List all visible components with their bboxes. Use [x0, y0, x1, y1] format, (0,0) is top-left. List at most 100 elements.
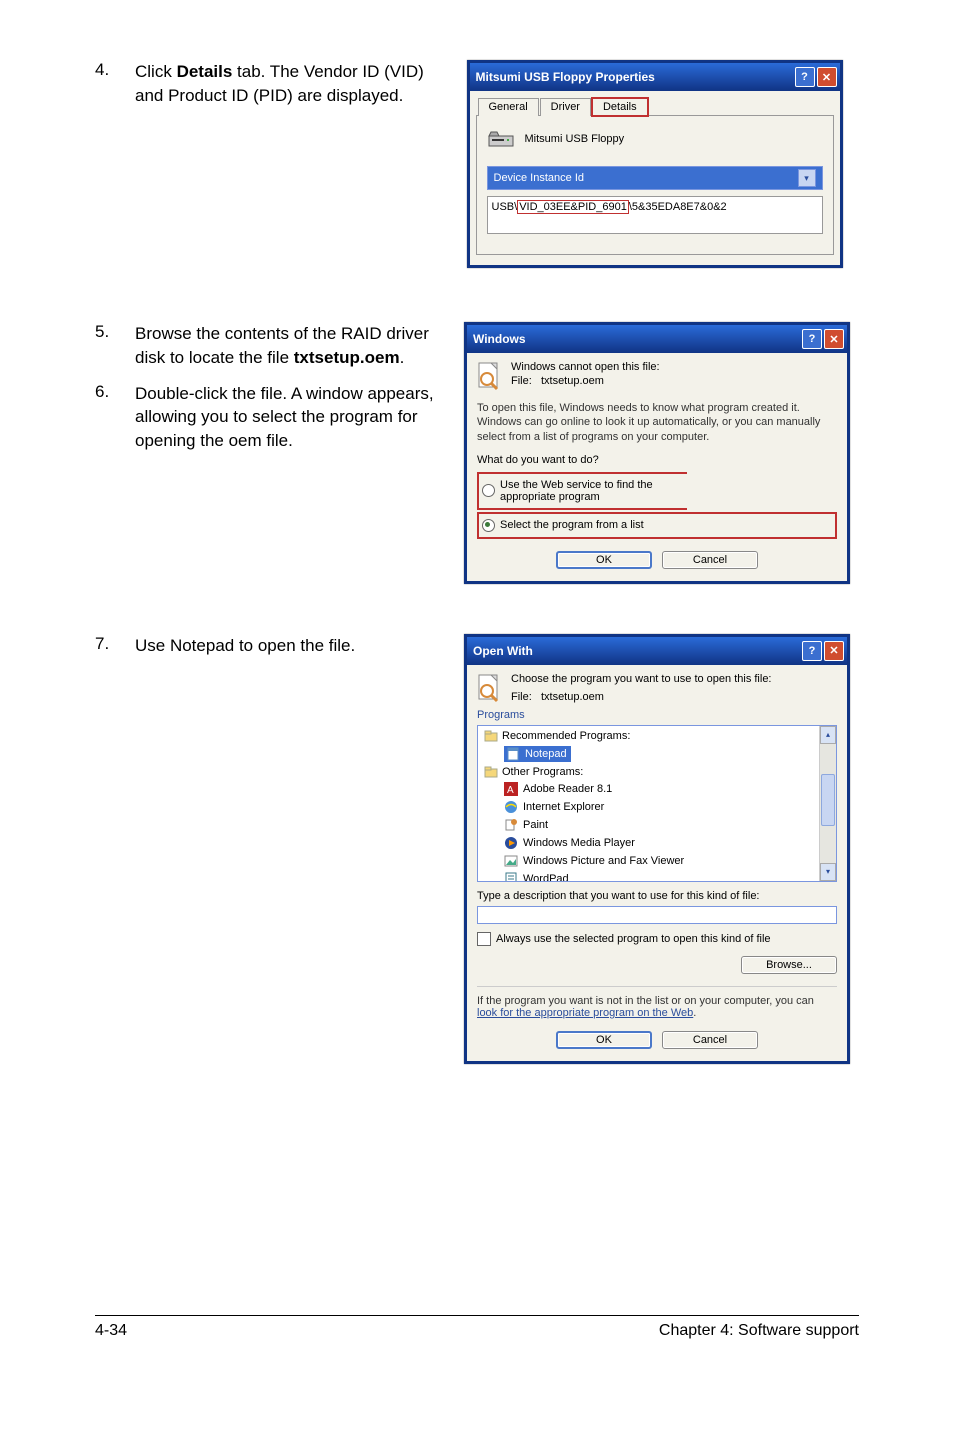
- help-icon[interactable]: ?: [802, 329, 822, 349]
- step-5-bold: txtsetup.oem: [294, 348, 400, 367]
- search-file-icon: [477, 361, 503, 391]
- open-with-titlebar[interactable]: Open With ? ✕: [467, 637, 847, 665]
- step-4-text-a: Click: [135, 62, 177, 81]
- properties-titlebar[interactable]: Mitsumi USB Floppy Properties ? ✕: [470, 63, 840, 91]
- option-web-label: Use the Web service to find the appropri…: [500, 479, 684, 503]
- id-prefix: USB\: [492, 201, 518, 213]
- wordpad-icon: [504, 872, 518, 882]
- close-icon[interactable]: ✕: [817, 67, 837, 87]
- floppy-drive-icon: [487, 128, 515, 150]
- file-name: txtsetup.oem: [541, 375, 604, 387]
- wpfv-label: Windows Picture and Fax Viewer: [523, 855, 684, 867]
- radio-list[interactable]: [482, 519, 495, 532]
- step-6-number: 6.: [95, 382, 135, 453]
- help-icon[interactable]: ?: [802, 641, 822, 661]
- radio-web[interactable]: [482, 484, 495, 497]
- list-item-wmp[interactable]: Windows Media Player: [480, 834, 817, 852]
- cancel-button[interactable]: Cancel: [662, 1031, 758, 1049]
- list-item-notepad[interactable]: Notepad: [504, 744, 817, 764]
- footnote-text-b: .: [693, 1007, 696, 1019]
- list-option-highlight: Select the program from a list: [477, 512, 837, 539]
- option-list-label: Select the program from a list: [500, 519, 644, 531]
- windows-title: Windows: [473, 332, 526, 346]
- picture-viewer-icon: [504, 854, 518, 868]
- properties-title: Mitsumi USB Floppy Properties: [476, 70, 655, 84]
- device-instance-id-value[interactable]: USB\VID_03EE&PID_6901\5&35EDA8E7&0&2: [487, 196, 823, 234]
- option-web[interactable]: Use the Web service to find the appropri…: [482, 477, 684, 505]
- browse-button[interactable]: Browse...: [741, 956, 837, 974]
- ok-button[interactable]: OK: [556, 551, 652, 569]
- tab-details[interactable]: Details: [592, 98, 648, 116]
- document-page: 4. Click Details tab. The Vendor ID (VID…: [0, 0, 954, 1380]
- explain-text: To open this file, Windows needs to know…: [477, 401, 837, 444]
- paint-icon: [504, 818, 518, 832]
- web-option-highlight: Use the Web service to find the appropri…: [477, 472, 687, 510]
- list-item-adobe[interactable]: A Adobe Reader 8.1: [480, 780, 817, 798]
- close-icon[interactable]: ✕: [824, 329, 844, 349]
- listbox-scrollbar[interactable]: ▴ ▾: [819, 726, 836, 881]
- file-label: File:: [511, 375, 532, 387]
- tabs-row: General Driver Details: [476, 91, 834, 116]
- tab-driver[interactable]: Driver: [540, 98, 591, 116]
- page-number: 4-34: [95, 1322, 127, 1340]
- folder-icon: [484, 729, 498, 743]
- chevron-down-icon[interactable]: ▾: [798, 169, 816, 187]
- ok-button[interactable]: OK: [556, 1031, 652, 1049]
- folder-icon: [484, 765, 498, 779]
- program-listbox[interactable]: Recommended Programs: Notepad Other: [477, 725, 837, 882]
- step-4-bold: Details: [177, 62, 233, 81]
- scroll-up-icon[interactable]: ▴: [820, 726, 836, 744]
- property-dropdown[interactable]: Device Instance Id ▾: [487, 166, 823, 190]
- always-use-row[interactable]: Always use the selected program to open …: [477, 932, 837, 946]
- question-text: What do you want to do?: [477, 454, 837, 466]
- file-label: File:: [511, 691, 532, 703]
- step-5-text: Browse the contents of the RAID driver d…: [135, 322, 455, 370]
- list-item-wpfv[interactable]: Windows Picture and Fax Viewer: [480, 852, 817, 870]
- page-footer: 4-34 Chapter 4: Software support: [95, 1315, 859, 1340]
- help-icon[interactable]: ?: [795, 67, 815, 87]
- chapter-title: Chapter 4: Software support: [659, 1322, 859, 1340]
- dropdown-value: Device Instance Id: [494, 172, 585, 184]
- step-4-text: Click Details tab. The Vendor ID (VID) a…: [135, 60, 430, 108]
- file-name: txtsetup.oem: [541, 691, 604, 703]
- adobe-icon: A: [504, 782, 518, 796]
- notepad-icon: [506, 747, 520, 761]
- open-with-dialog: Open With ? ✕: [464, 634, 850, 1064]
- group-other-label: Other Programs:: [502, 766, 583, 778]
- group-recommended: Recommended Programs:: [480, 728, 817, 744]
- footnote-text-a: If the program you want is not in the li…: [477, 995, 814, 1007]
- scroll-thumb[interactable]: [821, 774, 835, 826]
- windows-cannot-open-dialog: Windows ? ✕: [464, 322, 850, 584]
- step-5-number: 5.: [95, 322, 135, 370]
- web-footnote: If the program you want is not in the li…: [477, 995, 837, 1019]
- wmp-icon: [504, 836, 518, 850]
- step-4-number: 4.: [95, 60, 135, 108]
- properties-content: Mitsumi USB Floppy Device Instance Id ▾ …: [476, 116, 834, 255]
- id-vid-pid-highlight: VID_03EE&PID_6901: [517, 200, 629, 214]
- type-desc-label: Type a description that you want to use …: [477, 890, 837, 902]
- wordpad-label: WordPad: [523, 873, 569, 882]
- properties-dialog: Mitsumi USB Floppy Properties ? ✕ Genera…: [467, 60, 843, 268]
- choose-text: Choose the program you want to use to op…: [511, 673, 772, 685]
- id-suffix: \5&35EDA8E7&0&2: [629, 201, 727, 213]
- list-item-wordpad[interactable]: WordPad: [480, 870, 817, 882]
- cancel-button[interactable]: Cancel: [662, 551, 758, 569]
- web-link[interactable]: look for the appropriate program on the …: [477, 1007, 693, 1019]
- option-list[interactable]: Select the program from a list: [482, 517, 832, 534]
- scroll-down-icon[interactable]: ▾: [820, 863, 836, 881]
- divider: [477, 986, 837, 987]
- list-item-paint[interactable]: Paint: [480, 816, 817, 834]
- paint-label: Paint: [523, 819, 548, 831]
- ie-label: Internet Explorer: [523, 801, 604, 813]
- windows-titlebar[interactable]: Windows ? ✕: [467, 325, 847, 353]
- tab-general[interactable]: General: [478, 98, 539, 116]
- description-input[interactable]: [477, 906, 837, 924]
- list-item-ie[interactable]: Internet Explorer: [480, 798, 817, 816]
- always-use-checkbox[interactable]: [477, 932, 491, 946]
- close-icon[interactable]: ✕: [824, 641, 844, 661]
- step-7-number: 7.: [95, 634, 135, 658]
- step-6-text: Double-click the file. A window appears,…: [135, 382, 455, 453]
- device-name: Mitsumi USB Floppy: [525, 133, 625, 145]
- notepad-label: Notepad: [525, 748, 567, 760]
- open-with-title: Open With: [473, 644, 533, 658]
